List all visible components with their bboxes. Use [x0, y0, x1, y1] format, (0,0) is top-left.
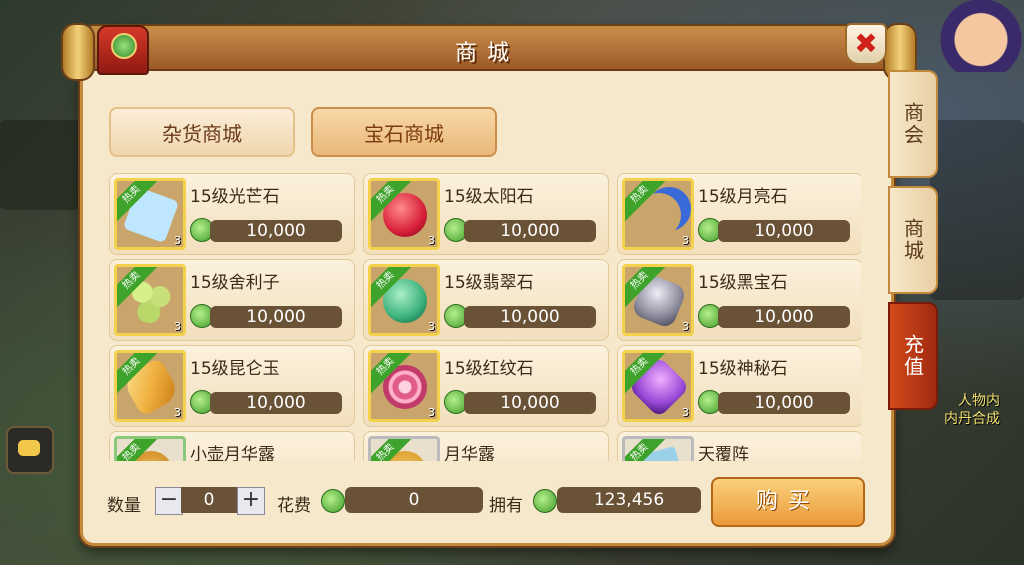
- item-price: 10,000: [464, 220, 596, 242]
- item-name: 15级翡翠石: [444, 273, 534, 293]
- tab-guild[interactable]: 商会: [888, 70, 938, 178]
- player-portrait[interactable]: [938, 0, 1024, 72]
- item-name: 15级昆仑玉: [190, 359, 280, 379]
- item-price: 10,000: [210, 392, 342, 414]
- tab-gem-store[interactable]: 宝石商城: [311, 107, 497, 157]
- shop-item[interactable]: 热卖 3 15级翡翠石 10,000: [363, 259, 609, 341]
- quantity-plus-button[interactable]: +: [237, 487, 265, 515]
- shop-item[interactable]: 热卖 3 15级红纹石 10,000: [363, 345, 609, 427]
- scroll-rod-left: [61, 23, 95, 81]
- item-grid: 热卖 3 15级光芒石 10,000 热卖 3 15级太阳石 10,000 热卖…: [109, 173, 861, 461]
- item-thumbnail: 热卖: [622, 436, 694, 461]
- coin-icon: [533, 489, 557, 513]
- item-price: 10,000: [464, 306, 596, 328]
- tab-recharge[interactable]: 充值: [888, 302, 938, 410]
- close-button[interactable]: ✖: [845, 23, 887, 65]
- item-count: 3: [682, 406, 689, 419]
- item-name: 15级光芒石: [190, 187, 280, 207]
- page-title: 商城: [454, 41, 519, 66]
- close-icon: ✖: [854, 27, 878, 60]
- item-thumbnail: 热卖: [368, 436, 440, 461]
- item-name: 15级舍利子: [190, 273, 280, 293]
- item-thumbnail: 热卖 3: [622, 350, 694, 422]
- tab-general-store[interactable]: 杂货商城: [109, 107, 295, 157]
- tab-label: 杂货商城: [162, 121, 242, 146]
- item-count: 3: [428, 406, 435, 419]
- shop-item[interactable]: 热卖 月华露: [363, 431, 609, 461]
- cost-label: 花费: [277, 496, 311, 516]
- item-name: 15级红纹石: [444, 359, 534, 379]
- item-count: 3: [174, 406, 181, 419]
- item-price: 10,000: [718, 392, 850, 414]
- background-label-2: 内丹合成: [944, 411, 1000, 427]
- quantity-label: 数量: [107, 496, 141, 516]
- tab-shop[interactable]: 商城: [888, 186, 938, 294]
- item-name: 15级神秘石: [698, 359, 788, 379]
- background-building: [0, 120, 80, 210]
- item-thumbnail: 热卖 3: [622, 178, 694, 250]
- item-name: 小壶月华露: [190, 445, 275, 461]
- cost-value: 0: [345, 487, 483, 513]
- item-name: 15级黑宝石: [698, 273, 788, 293]
- item-count: 3: [428, 320, 435, 333]
- item-price: 10,000: [210, 306, 342, 328]
- item-thumbnail: 热卖 3: [114, 350, 186, 422]
- buy-button[interactable]: 购买: [711, 477, 865, 527]
- quantity-minus-button[interactable]: −: [155, 487, 183, 515]
- item-price: 10,000: [210, 220, 342, 242]
- shop-item[interactable]: 热卖 天覆阵: [617, 431, 861, 461]
- item-name: 15级太阳石: [444, 187, 534, 207]
- item-name: 月华露: [444, 445, 495, 461]
- shop-item[interactable]: 热卖 3 15级太阳石 10,000: [363, 173, 609, 255]
- item-thumbnail: 热卖: [114, 436, 186, 461]
- item-thumbnail: 热卖 3: [368, 350, 440, 422]
- item-count: 3: [682, 234, 689, 247]
- shop-item[interactable]: 热卖 3 15级光芒石 10,000: [109, 173, 355, 255]
- shop-item[interactable]: 热卖 小壶月华露: [109, 431, 355, 461]
- shop-panel: 商城 ✖ 杂货商城 宝石商城 热卖 3 15级光芒石 10,000 热卖 3 1…: [61, 23, 917, 546]
- item-count: 3: [428, 234, 435, 247]
- shop-emblem-icon: [97, 25, 149, 75]
- background-wall: [930, 120, 1024, 300]
- item-thumbnail: 热卖 3: [114, 178, 186, 250]
- background-label-1: 人物内: [958, 393, 1000, 409]
- item-thumbnail: 热卖 3: [622, 264, 694, 336]
- item-count: 3: [174, 234, 181, 247]
- chat-icon[interactable]: [6, 426, 54, 474]
- quantity-value[interactable]: 0: [181, 487, 237, 513]
- item-count: 3: [682, 320, 689, 333]
- title-bar: 商城: [83, 29, 891, 71]
- shop-item[interactable]: 热卖 3 15级神秘石 10,000: [617, 345, 861, 427]
- owned-label: 拥有: [489, 496, 523, 516]
- item-name: 15级月亮石: [698, 187, 788, 207]
- owned-value: 123,456: [557, 487, 701, 513]
- shop-item[interactable]: 热卖 3 15级月亮石 10,000: [617, 173, 861, 255]
- tab-label: 宝石商城: [364, 121, 444, 146]
- item-price: 10,000: [464, 392, 596, 414]
- item-thumbnail: 热卖 3: [114, 264, 186, 336]
- item-count: 3: [174, 320, 181, 333]
- shop-item[interactable]: 热卖 3 15级黑宝石 10,000: [617, 259, 861, 341]
- shop-item[interactable]: 热卖 3 15级舍利子 10,000: [109, 259, 355, 341]
- item-thumbnail: 热卖 3: [368, 264, 440, 336]
- item-price: 10,000: [718, 306, 850, 328]
- item-name: 天覆阵: [698, 445, 749, 461]
- coin-icon: [321, 489, 345, 513]
- shop-item[interactable]: 热卖 3 15级昆仑玉 10,000: [109, 345, 355, 427]
- item-price: 10,000: [718, 220, 850, 242]
- item-thumbnail: 热卖 3: [368, 178, 440, 250]
